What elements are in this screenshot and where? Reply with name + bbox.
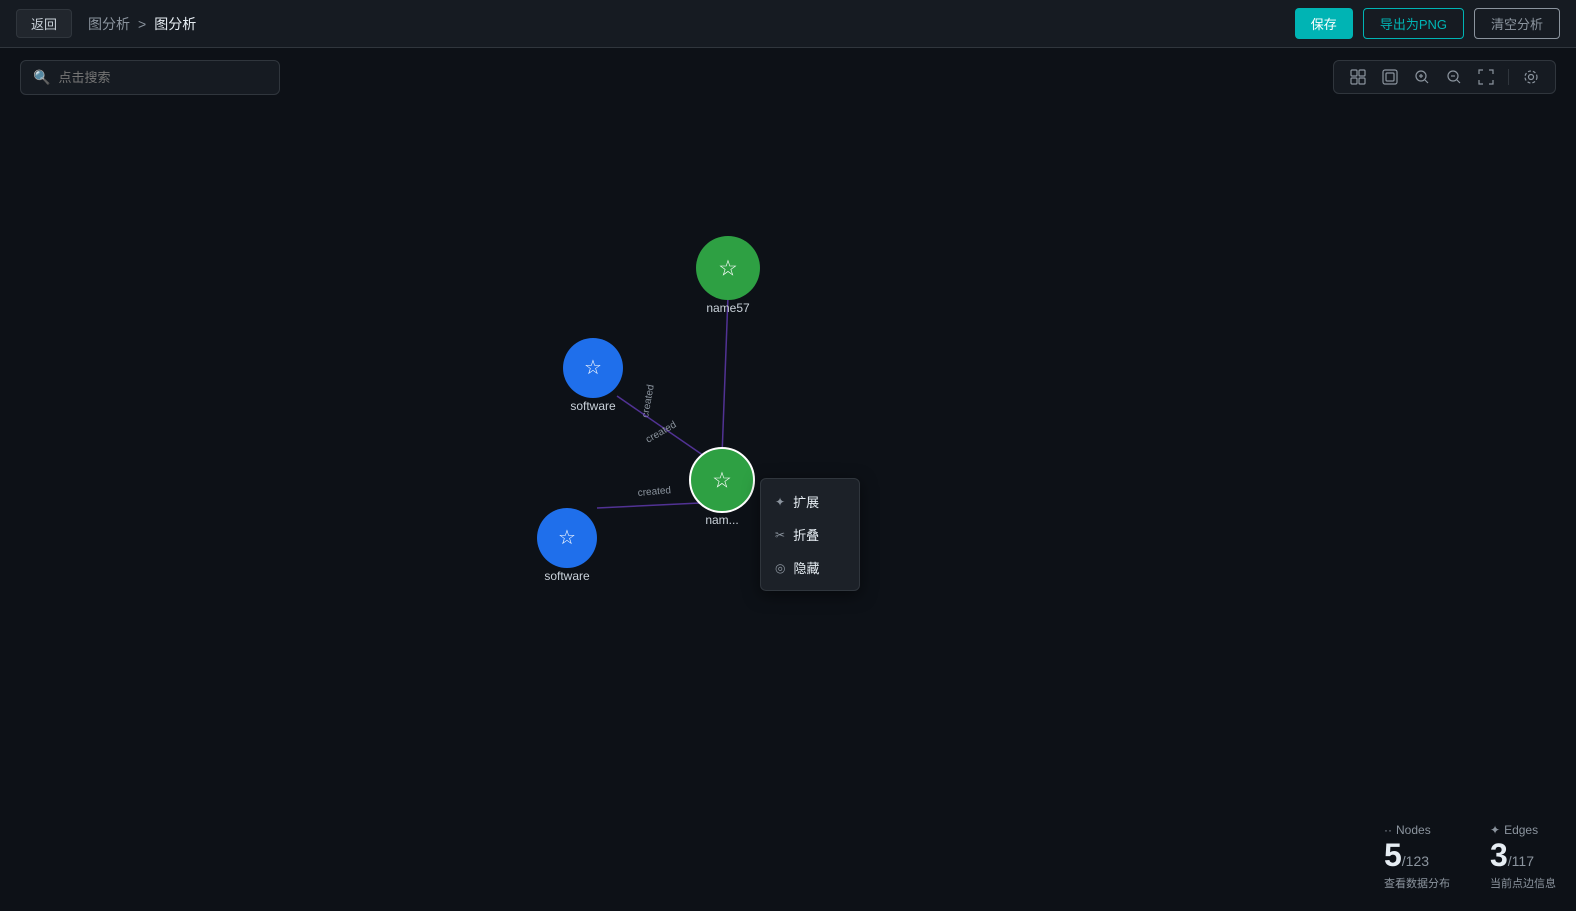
edge-label-created3: created (637, 485, 671, 499)
breadcrumb-sep: > (138, 16, 146, 32)
zoom-in-button[interactable] (1408, 67, 1436, 87)
fullscreen-button[interactable] (1472, 67, 1500, 87)
fit-button[interactable] (1376, 67, 1404, 87)
clear-button[interactable]: 清空分析 (1474, 8, 1560, 39)
edges-value: 3/117 (1490, 839, 1534, 871)
node-software1[interactable]: ☆ (563, 338, 623, 398)
edges-label: ✦ Edges (1490, 823, 1538, 837)
breadcrumb-part1: 图分析 (88, 14, 130, 34)
nodes-stat: ·· Nodes 5/123 查看数据分布 (1384, 823, 1450, 891)
nodes-value: 5/123 (1384, 839, 1429, 871)
node-software2[interactable]: ☆ (537, 508, 597, 568)
header-actions: 保存 导出为PNG 清空分析 (1295, 8, 1560, 39)
layout-button[interactable] (1344, 67, 1372, 87)
collapse-icon: ✂ (775, 528, 785, 542)
settings-button[interactable] (1517, 67, 1545, 87)
back-button[interactable]: 返回 (16, 9, 72, 38)
edges-stat: ✦ Edges 3/117 当前点边信息 (1490, 823, 1556, 891)
search-icon: 🔍 (33, 69, 50, 86)
node-label-software1: software (570, 399, 616, 413)
expand-icon: ✦ (775, 495, 785, 509)
context-menu-collapse[interactable]: ✂ 折叠 (761, 518, 859, 551)
node-name57[interactable]: ☆ (696, 236, 760, 300)
svg-text:☆: ☆ (558, 527, 576, 549)
context-menu-expand[interactable]: ✦ 扩展 (761, 485, 859, 518)
search-input[interactable] (58, 70, 267, 85)
breadcrumb: 图分析 > 图分析 (88, 14, 196, 34)
context-menu-collapse-label: 折叠 (793, 525, 819, 544)
node-name-center[interactable]: ☆ (690, 448, 754, 512)
context-menu: ✦ 扩展 ✂ 折叠 ◎ 隐藏 (760, 478, 860, 591)
node-label-software2: software (544, 569, 590, 583)
context-menu-hide-label: 隐藏 (793, 558, 819, 577)
breadcrumb-current: 图分析 (154, 14, 196, 34)
edges-sub-link[interactable]: 当前点边信息 (1490, 875, 1556, 891)
zoom-out-button[interactable] (1440, 67, 1468, 87)
context-menu-expand-label: 扩展 (793, 492, 819, 511)
edge-label-created2: created (644, 419, 678, 445)
svg-text:☆: ☆ (584, 357, 602, 379)
node-label-name57: name57 (706, 301, 750, 315)
save-button[interactable]: 保存 (1295, 8, 1353, 39)
nodes-sub-link[interactable]: 查看数据分布 (1384, 875, 1450, 891)
export-button[interactable]: 导出为PNG (1363, 8, 1464, 39)
svg-text:☆: ☆ (712, 468, 732, 493)
context-menu-hide[interactable]: ◎ 隐藏 (761, 551, 859, 584)
svg-text:☆: ☆ (718, 256, 738, 281)
canvas-area[interactable]: created created created ☆ name57 ☆ softw… (0, 48, 1576, 911)
toolbar-divider (1508, 69, 1509, 85)
node-label-name-center: nam... (705, 513, 738, 527)
nodes-label: ·· Nodes (1384, 823, 1431, 837)
stats-panel: ·· Nodes 5/123 查看数据分布 ✦ Edges 3/117 当前点边… (1384, 823, 1556, 891)
toolbar-right (1333, 60, 1556, 94)
hide-icon: ◎ (775, 561, 785, 575)
search-bar: 🔍 (20, 60, 280, 95)
header: 返回 图分析 > 图分析 保存 导出为PNG 清空分析 (0, 0, 1576, 48)
